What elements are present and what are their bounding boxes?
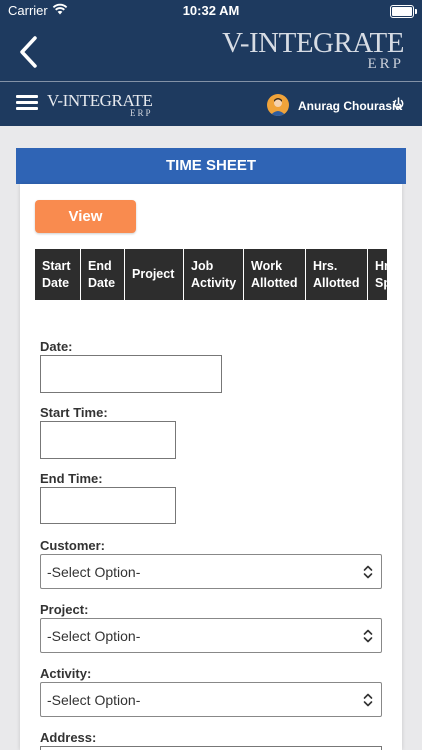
select-updown-icon xyxy=(363,629,373,643)
user-name: Anurag Chourasia xyxy=(298,99,403,113)
customer-select-value: -Select Option- xyxy=(47,564,141,580)
back-chevron-icon[interactable] xyxy=(16,34,42,70)
status-bar: Carrier 10:32 AM xyxy=(0,0,422,22)
date-input[interactable] xyxy=(40,355,222,393)
hamburger-menu-icon[interactable] xyxy=(16,95,38,111)
address-label: Address: xyxy=(40,730,97,745)
view-button[interactable]: View xyxy=(35,200,136,233)
column-header-hrs-spent: Hrs. Spent xyxy=(368,249,387,300)
customer-select[interactable]: -Select Option- xyxy=(40,554,382,589)
timesheet-table[interactable]: Start Date End Date Project Job Activity… xyxy=(35,249,387,300)
brand-logo-small: V-INTEGRATE ERP xyxy=(47,91,153,118)
clock-time: 10:32 AM xyxy=(182,3,240,18)
brand-logo-small-sub: ERP xyxy=(129,108,153,118)
battery-icon xyxy=(390,5,417,18)
app-header: Carrier 10:32 AM V-INTEGRATE ERP V-INTEG… xyxy=(0,0,422,126)
power-logout-icon[interactable] xyxy=(392,97,405,110)
project-select-value: -Select Option- xyxy=(47,628,141,644)
select-updown-icon xyxy=(363,565,373,579)
end-time-label: End Time: xyxy=(40,471,103,486)
start-time-input[interactable] xyxy=(40,421,176,459)
end-time-input[interactable] xyxy=(40,487,176,524)
select-updown-icon xyxy=(363,693,373,707)
column-header-end-date: End Date xyxy=(81,249,125,300)
avatar-person-icon xyxy=(270,98,286,116)
project-select[interactable]: -Select Option- xyxy=(40,618,382,653)
column-header-hrs-allotted: Hrs. Allotted xyxy=(306,249,368,300)
project-label: Project: xyxy=(40,602,89,617)
brand-logo: V-INTEGRATE ERP xyxy=(222,27,404,72)
header-divider xyxy=(0,81,422,82)
customer-label: Customer: xyxy=(40,538,106,553)
address-input[interactable] xyxy=(40,746,382,750)
column-header-job-activity: Job Activity xyxy=(184,249,244,300)
brand-logo-sub: ERP xyxy=(367,56,404,72)
column-header-start-date: Start Date xyxy=(35,249,81,300)
start-time-label: Start Time: xyxy=(40,405,108,420)
activity-label: Activity: xyxy=(40,666,92,681)
activity-select[interactable]: -Select Option- xyxy=(40,682,382,717)
user-avatar[interactable] xyxy=(267,94,289,116)
brand-logo-small-main: V-INTEGRATE xyxy=(47,91,153,110)
column-header-project: Project xyxy=(125,249,184,300)
activity-select-value: -Select Option- xyxy=(47,692,141,708)
date-label: Date: xyxy=(40,339,73,354)
column-header-work-allotted: Work Allotted xyxy=(244,249,306,300)
brand-logo-main: V-INTEGRATE xyxy=(222,27,404,59)
table-header-row: Start Date End Date Project Job Activity… xyxy=(35,249,387,300)
timesheet-title: TIME SHEET xyxy=(16,148,406,184)
